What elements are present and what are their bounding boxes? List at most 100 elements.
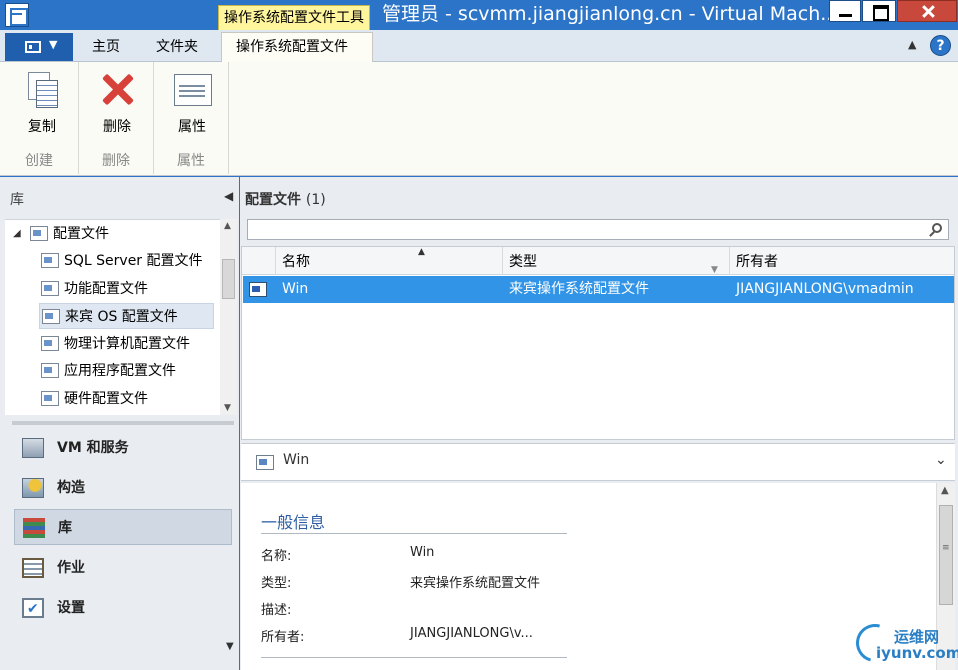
prop-value-name: Win <box>410 545 435 560</box>
column-label: 所有者 <box>736 254 778 270</box>
column-header-name[interactable]: ▲ 名称 <box>275 247 502 275</box>
tree-item-guest-os-profile[interactable]: 来宾 OS 配置文件 <box>39 303 214 329</box>
cell-owner: JIANGJIANLONG\vmadmin <box>736 281 914 297</box>
nav-library[interactable]: 库 <box>14 509 232 545</box>
cell-name: Win <box>282 281 309 297</box>
collapse-panel-icon[interactable]: ◀ <box>224 189 233 203</box>
file-menu-button[interactable]: ▼ <box>5 33 73 61</box>
tree-expand-icon[interactable]: ◢ <box>13 228 21 239</box>
nav-overflow-icon[interactable]: ▼ <box>226 641 234 652</box>
tree-item-physical-computer-profile[interactable]: 物理计算机配置文件 <box>41 331 190 357</box>
sql-profile-icon <box>41 253 59 268</box>
file-menu-icon <box>25 41 41 53</box>
ribbon-group-delete: 删除 删除 <box>79 62 154 174</box>
delete-label: 删除 <box>103 119 131 135</box>
tree-item-label: 应用程序配置文件 <box>64 363 176 379</box>
ribbon-tab-strip: ▼ 主页 文件夹 操作系统配置文件 ▲ ? <box>0 30 958 63</box>
nav-label: 库 <box>58 520 72 536</box>
ribbon-group-label: 创建 <box>25 153 53 169</box>
window-title: 管理员 - scvmm.jiangjianlong.cn - Virtual M… <box>382 3 839 25</box>
nav-settings[interactable]: 设置 <box>14 590 232 627</box>
table-row[interactable]: Win 来宾操作系统配置文件 JIANGJIANLONG\vmadmin <box>243 276 954 303</box>
jobs-icon <box>22 558 44 578</box>
settings-icon <box>22 591 44 627</box>
ribbon-group-label: 属性 <box>177 153 205 169</box>
nav-fabric[interactable]: 构造 <box>14 470 232 506</box>
grid-header: ▲ 名称 类型 ▼ 所有者 <box>242 247 954 275</box>
nav-label: 构造 <box>57 480 85 496</box>
ribbon-collapse-icon[interactable]: ▲ <box>908 38 916 51</box>
library-tree: ◢ 配置文件 SQL Server 配置文件 功能配置文件 来宾 OS 配置文件… <box>5 219 237 415</box>
section-divider <box>261 533 567 534</box>
tree-item-application-profile[interactable]: 应用程序配置文件 <box>41 358 176 384</box>
nav-label: 作业 <box>57 560 85 576</box>
ribbon-group-create: 复制 创建 <box>0 62 79 174</box>
results-title: 配置文件 (1) <box>245 189 326 209</box>
tree-item-capability-profile[interactable]: 功能配置文件 <box>41 276 148 302</box>
maximize-button[interactable] <box>862 0 896 22</box>
copy-label: 复制 <box>28 119 56 135</box>
results-count: (1) <box>305 192 326 208</box>
profiles-folder-icon <box>30 226 48 241</box>
tree-item-profiles[interactable]: 配置文件 <box>30 221 109 247</box>
sort-ascending-icon: ▲ <box>418 247 425 257</box>
profiles-grid: ▲ 名称 类型 ▼ 所有者 Win 来宾操作系统配置文件 JIANGJIANLO… <box>241 246 955 440</box>
column-header-type[interactable]: 类型 ▼ <box>502 247 729 275</box>
tree-scrollbar[interactable]: ▲ ▼ <box>220 219 237 415</box>
app-icon[interactable] <box>5 3 29 27</box>
library-icon <box>23 518 45 538</box>
scrollbar-thumb[interactable] <box>222 259 235 299</box>
tree-item-hardware-profile[interactable]: 硬件配置文件 <box>41 386 148 412</box>
guest-os-profile-icon <box>256 455 274 470</box>
vm-services-icon <box>22 438 44 458</box>
tree-item-label: 硬件配置文件 <box>64 391 148 407</box>
properties-button[interactable]: 属性 <box>162 70 222 136</box>
scroll-up-icon[interactable]: ▲ <box>941 485 949 496</box>
nav-label: 设置 <box>57 600 85 616</box>
section-title: 一般信息 <box>261 513 326 532</box>
prop-label-owner: 所有者: <box>261 630 305 645</box>
detail-pane-header[interactable]: Win ⌄ <box>241 443 955 481</box>
tab-folder[interactable]: 文件夹 <box>142 33 212 62</box>
close-button[interactable] <box>897 0 957 22</box>
scrollbar-thumb[interactable] <box>939 505 953 605</box>
title-bar: 操作系统配置文件工具 管理员 - scvmm.jiangjianlong.cn … <box>0 0 958 30</box>
minimize-button[interactable] <box>829 0 861 22</box>
panel-splitter[interactable] <box>12 421 234 425</box>
left-navigation-panel: 库 ◀ ◢ 配置文件 SQL Server 配置文件 功能配置文件 来宾 OS … <box>0 177 239 670</box>
nav-vm-services[interactable]: VM 和服务 <box>14 430 232 466</box>
ribbon: 复制 创建 删除 删除 属性 属性 <box>0 62 958 176</box>
scroll-up-icon[interactable]: ▲ <box>224 221 231 231</box>
scroll-down-icon[interactable]: ▼ <box>224 403 231 413</box>
help-icon[interactable]: ? <box>930 35 951 56</box>
chevron-down-icon: ▼ <box>49 38 58 51</box>
tab-os-profile[interactable]: 操作系统配置文件 <box>221 32 373 63</box>
tree-item-sql-profile[interactable]: SQL Server 配置文件 <box>41 248 203 274</box>
nav-label: VM 和服务 <box>57 440 129 456</box>
delete-button[interactable]: 删除 <box>87 70 147 136</box>
column-label: 类型 <box>509 254 537 270</box>
chevron-down-icon[interactable]: ⌄ <box>935 452 947 468</box>
scrollbar-grip-icon: ≡ <box>942 543 950 553</box>
column-label: 名称 <box>282 254 310 270</box>
tree-item-label: 配置文件 <box>53 226 109 242</box>
column-header-owner[interactable]: 所有者 <box>729 247 954 275</box>
nav-jobs[interactable]: 作业 <box>14 550 232 586</box>
properties-icon <box>172 70 212 108</box>
tree-item-label: 物理计算机配置文件 <box>64 336 190 352</box>
delete-icon <box>97 70 137 108</box>
copy-button[interactable]: 复制 <box>12 70 72 136</box>
tab-home[interactable]: 主页 <box>78 33 134 62</box>
application-profile-icon <box>41 363 59 378</box>
hardware-profile-icon <box>41 391 59 406</box>
search-input[interactable] <box>247 219 949 240</box>
contextual-tool-tab-title: 操作系统配置文件工具 <box>218 5 370 30</box>
ribbon-group-label: 删除 <box>102 153 130 169</box>
search-icon[interactable] <box>932 223 942 233</box>
detail-pane: 一般信息 名称: Win 类型: 来宾操作系统配置文件 描述: 所有者: JIA… <box>241 483 955 670</box>
prop-label-name: 名称: <box>261 549 292 564</box>
physical-computer-profile-icon <box>41 336 59 351</box>
tree-item-label: 功能配置文件 <box>64 281 148 297</box>
left-panel-header: 库 <box>10 192 24 208</box>
prop-value-type: 来宾操作系统配置文件 <box>410 576 541 591</box>
